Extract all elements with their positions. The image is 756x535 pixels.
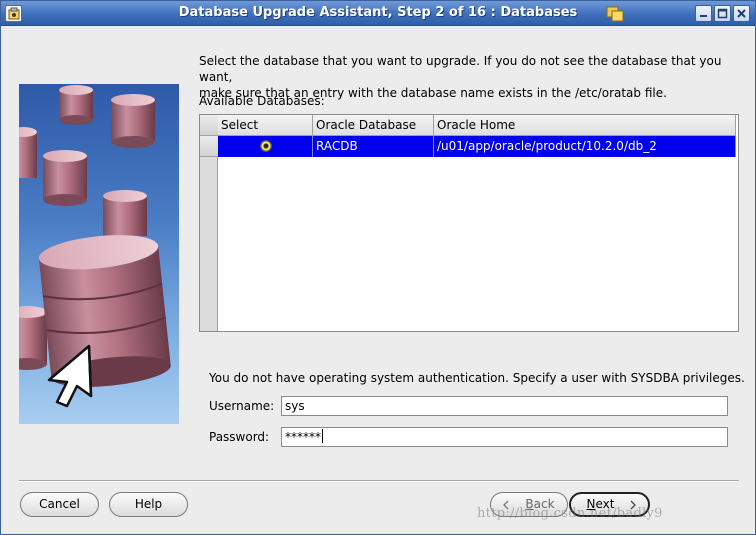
auth-message: You do not have operating system authent… [209, 371, 745, 385]
database-illustration [19, 84, 179, 424]
table-cell-database[interactable]: RACDB [313, 136, 434, 157]
small-cylinder-1 [59, 85, 93, 125]
username-value: sys [285, 399, 305, 413]
text-caret [322, 429, 323, 443]
cancel-button[interactable]: Cancel [20, 492, 99, 517]
window-title: Database Upgrade Assistant, Step 2 of 16… [178, 5, 578, 20]
databases-table[interactable]: Select Oracle Database Oracle Home RACDB… [199, 114, 739, 332]
table-cell-oracle-home[interactable]: /u01/app/oracle/product/10.2.0/db_2 [434, 136, 736, 157]
title-bar[interactable]: Database Upgrade Assistant, Step 2 of 16… [1, 1, 755, 26]
table-row-select-cell[interactable] [218, 136, 313, 157]
column-header-oracle-database[interactable]: Oracle Database [313, 115, 434, 136]
watermark-text: http://blog.csdn.net/badly9 [477, 506, 663, 521]
username-label: Username: [209, 399, 275, 413]
column-header-select[interactable]: Select [218, 115, 313, 136]
close-button[interactable] [733, 5, 750, 22]
window-group-icon [606, 6, 624, 22]
password-value: ****** [285, 430, 321, 444]
row-header-1[interactable] [200, 136, 218, 157]
password-label: Password: [209, 430, 270, 444]
help-button[interactable]: Help [109, 492, 188, 517]
minimize-button[interactable] [695, 5, 712, 22]
available-databases-label: Available Databases: [199, 94, 325, 108]
password-field[interactable]: ****** [281, 427, 728, 447]
row-header-column [200, 115, 218, 331]
button-separator [19, 480, 739, 482]
corner-header [200, 115, 218, 136]
column-header-oracle-home[interactable]: Oracle Home [434, 115, 736, 136]
instruction-line-1: Select the database that you want to upg… [199, 54, 722, 84]
username-field[interactable]: sys [281, 396, 728, 416]
dbua-window: Database Upgrade Assistant, Step 2 of 16… [0, 0, 756, 535]
select-radio-button[interactable] [260, 140, 272, 152]
maximize-button[interactable] [714, 5, 731, 22]
